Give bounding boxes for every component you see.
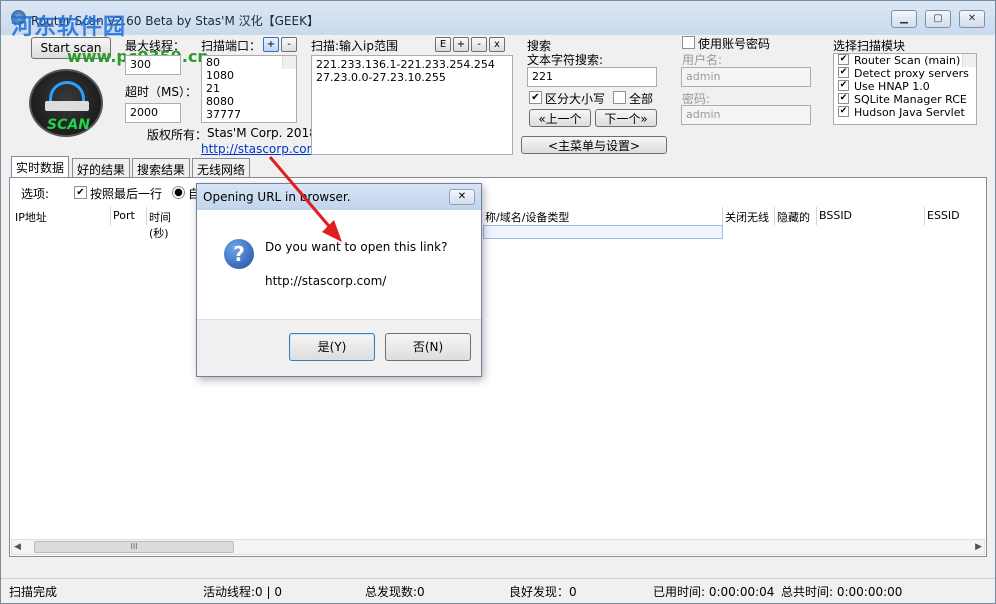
annotation-arrow-icon: [268, 156, 342, 242]
